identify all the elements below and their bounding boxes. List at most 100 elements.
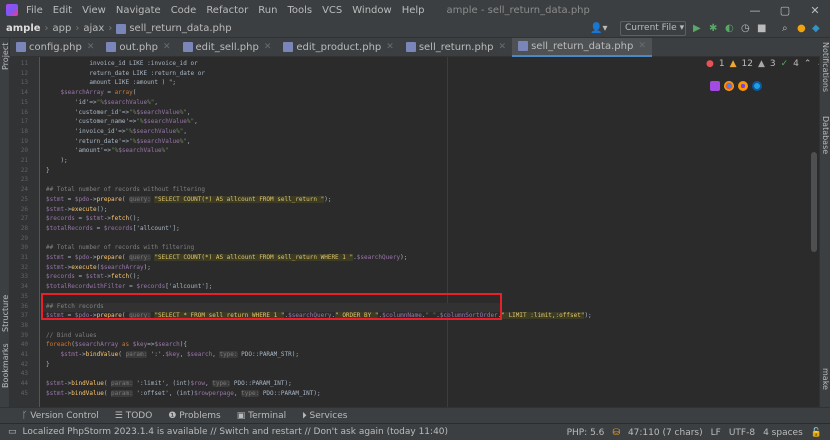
search-icon[interactable]: ⌕ [782,21,788,37]
code-editor[interactable]: 11 invoice_id LIKE :invoice_id or 12 retu… [10,57,819,407]
lock-icon[interactable]: 🔓 [811,428,822,438]
vertical-scrollbar[interactable] [811,152,817,252]
code-line[interactable]: 34 $totalRecordwithFilter = $records['all… [10,282,810,291]
code-line[interactable]: 32 $stmt->execute($searchArray); [10,263,810,272]
code-line[interactable]: 19 'return_date'=>"%$searchValue%", [10,137,810,146]
notifications-tool-button[interactable]: Notifications [821,42,830,92]
code-line[interactable]: 26 $stmt->execute(); [10,205,810,214]
bookmarks-tool-button[interactable]: Bookmarks [1,343,10,388]
chrome-icon[interactable] [724,81,734,91]
close-tab-icon[interactable]: ✕ [499,42,507,52]
make-tool-button[interactable]: make [821,368,830,390]
menu-tools[interactable]: Tools [287,5,312,16]
code-line[interactable]: 18 'invoice_id'=>"%$searchValue%", [10,127,810,136]
tab-config[interactable]: config.php ✕ [10,38,100,57]
close-tab-icon[interactable]: ✕ [163,42,171,52]
code-line[interactable]: 14 $searchArray = array( [10,88,810,97]
code-line[interactable]: 42} [10,360,810,369]
firefox-icon[interactable] [738,81,748,91]
tab-sell-return-data[interactable]: sell_return_data.php ✕ [512,37,652,57]
breadcrumb-ajax[interactable]: ajax [83,23,104,34]
code-line[interactable]: 15 'id'=>"%$searchValue%", [10,98,810,107]
git-status-icon[interactable]: ⛁ [612,428,620,438]
close-tab-icon[interactable]: ✕ [264,42,272,52]
close-button[interactable]: ✕ [800,0,830,20]
breadcrumb-app[interactable]: app [53,23,72,34]
debug-icon[interactable]: ✱ [709,21,717,37]
code-line[interactable]: 38 [10,321,810,330]
chevron-up-icon[interactable]: ⌃ [804,59,812,69]
close-tab-icon[interactable]: ✕ [386,42,394,52]
code-line[interactable]: 21 ); [10,156,810,165]
version-control-button[interactable]: ᚴ Version Control [22,411,99,421]
breadcrumb-project[interactable]: ample [6,23,41,34]
code-line[interactable]: 25 $stmt = $pdo->prepare( query: "SELECT … [10,195,810,204]
todo-button[interactable]: ☰ TODO [115,411,153,421]
tab-out[interactable]: out.php ✕ [100,38,176,57]
menu-refactor[interactable]: Refactor [206,5,248,16]
code-line[interactable]: 31 $stmt = $pdo->prepare( query: "SELECT … [10,253,810,262]
phpstorm-preview-icon[interactable] [710,81,720,91]
breadcrumb-file[interactable]: sell_return_data.php [129,23,231,34]
menu-view[interactable]: View [82,5,106,16]
tab-sell-return[interactable]: sell_return.php ✕ [400,38,512,57]
panel-toggle-icon[interactable]: ▭ [8,427,17,437]
tab-edit-sell[interactable]: edit_sell.php ✕ [177,38,278,57]
code-line[interactable]: 40 foreach($searchArray as $key=>$search)… [10,340,810,349]
code-line[interactable]: 16 'customer_id'=>"%$searchValue%", [10,108,810,117]
code-line[interactable]: 28 $totalRecords = $records['allcount']; [10,224,810,233]
php-version[interactable]: PHP: 5.6 [567,428,605,438]
jetbrains-toolbox-icon[interactable]: ◆ [812,21,820,37]
vcs-user-icon[interactable]: 👤▾ [590,21,607,37]
menu-run[interactable]: Run [258,5,277,16]
menu-vcs[interactable]: VCS [322,5,342,16]
run-icon[interactable]: ▶ [693,21,701,37]
code-line[interactable]: 45 $stmt->bindValue( param: ':offset', (i… [10,389,810,398]
code-line[interactable]: 30 ## Total number of records with filter… [10,243,810,252]
code-line[interactable]: 29 [10,234,810,243]
close-tab-icon[interactable]: ✕ [638,41,646,51]
run-configuration-select[interactable]: Current File ▾ [620,21,686,36]
menu-window[interactable]: Window [352,5,391,16]
file-encoding[interactable]: UTF-8 [729,428,755,438]
coverage-icon[interactable]: ◐ [725,21,734,37]
project-tool-button[interactable]: Project [1,43,10,70]
services-button[interactable]: ⏵ Services [302,411,347,421]
terminal-button[interactable]: ▣ Terminal [237,411,286,421]
code-line[interactable]: 39 // Bind values [10,331,810,340]
menu-file[interactable]: File [26,5,43,16]
menu-code[interactable]: Code [171,5,197,16]
code-line[interactable]: 11 invoice_id LIKE :invoice_id or [10,59,810,68]
code-line[interactable]: 22} [10,166,810,175]
code-line[interactable]: 27 $records = $stmt->fetch(); [10,214,810,223]
menu-help[interactable]: Help [402,5,425,16]
code-line[interactable]: 12 return_date LIKE :return_date or [10,69,810,78]
code-line[interactable]: 23 [10,175,810,184]
code-line[interactable]: 41 $stmt->bindValue( param: ':'.$key, $s… [10,350,810,359]
update-icon[interactable]: ● [797,21,806,37]
code-line[interactable]: 44 $stmt->bindValue( param: ':limit', (in… [10,379,810,388]
structure-tool-button[interactable]: Structure [1,295,10,332]
maximize-button[interactable]: ▢ [770,0,800,20]
inspection-widget[interactable]: ● 1 ▲ 12 ▲ 3 ✓ 4 ⌃ ⌄ [706,59,819,69]
chevron-down-icon[interactable]: ⌄ [816,59,819,69]
indent-setting[interactable]: 4 spaces [763,428,803,438]
caret-position[interactable]: 47:110 (7 chars) [628,428,703,438]
code-line[interactable]: 17 'customer_name'=>"%$searchValue%", [10,117,810,126]
menu-navigate[interactable]: Navigate [116,5,161,16]
update-notification[interactable]: Localized PhpStorm 2023.1.4 is available… [23,427,449,437]
stop-icon[interactable]: ■ [757,21,766,37]
tab-edit-product[interactable]: edit_product.php ✕ [277,38,399,57]
code-line[interactable]: 24 ## Total number of records without fil… [10,185,810,194]
problems-button[interactable]: ❶ Problems [168,411,220,421]
profiler-icon[interactable]: ◷ [741,21,750,37]
line-separator[interactable]: LF [711,428,721,438]
edge-icon[interactable] [752,81,762,91]
menu-edit[interactable]: Edit [53,5,72,16]
code-line[interactable]: 33 $records = $stmt->fetch(); [10,272,810,281]
close-tab-icon[interactable]: ✕ [87,42,95,52]
minimize-button[interactable]: — [740,0,770,20]
code-line[interactable]: 13 amount LIKE :amount ) "; [10,78,810,87]
code-line[interactable]: 20 'amount'=>"%$searchValue%" [10,146,810,155]
database-tool-button[interactable]: Database [821,116,830,154]
